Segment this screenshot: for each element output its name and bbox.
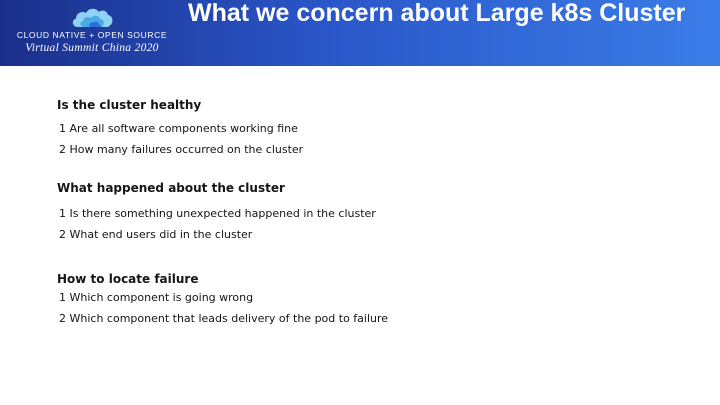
list-item: 2 Which component that leads delivery of… [59,312,389,325]
section-heading-failure: How to locate failure [57,272,199,286]
list-item: 1 Are all software components working fi… [59,122,298,135]
slide-content: Is the cluster healthy 1 Are all softwar… [0,0,720,405]
section-heading-health: Is the cluster healthy [57,98,202,112]
list-item: 2 What end users did in the cluster [59,228,253,241]
list-item: 1 Is there something unexpected happened… [59,207,376,220]
list-item: 2 How many failures occurred on the clus… [59,143,304,156]
list-item: 1 Which component is going wrong [59,291,254,304]
section-heading-events: What happened about the cluster [57,181,285,195]
